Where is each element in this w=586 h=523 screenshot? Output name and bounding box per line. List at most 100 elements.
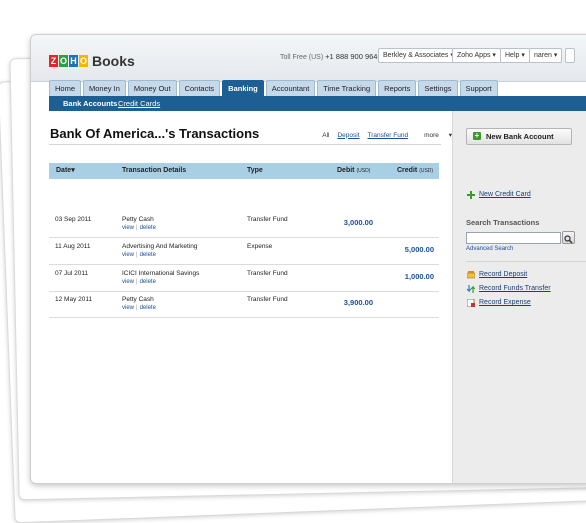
- sort-desc-icon: ▾: [71, 167, 75, 174]
- row-view-link[interactable]: view: [122, 225, 134, 231]
- app-name: Books: [92, 53, 135, 69]
- row-delete-link[interactable]: delete: [140, 279, 156, 285]
- expense-icon: [467, 299, 475, 307]
- tab-contacts[interactable]: Contacts: [178, 80, 221, 96]
- toll-free-label: Toll Free (US): [280, 54, 324, 61]
- row-details: ICICI International Savings: [122, 270, 200, 277]
- subnav-credit-cards[interactable]: Credit Cards: [118, 96, 160, 111]
- help-dropdown[interactable]: Help ▾: [500, 48, 530, 63]
- new-bank-account-button[interactable]: + New Bank Account: [466, 128, 572, 145]
- toll-free-info: Toll Free (US) +1 888 900 9646: [280, 52, 382, 61]
- user-dropdown[interactable]: naren ▾: [529, 48, 563, 63]
- row-date: 03 Sep 2011: [55, 216, 92, 223]
- row-type: Transfer Fund: [247, 216, 288, 223]
- table-row: 12 May 2011 Petty Cash view | delete Trans…: [49, 291, 439, 318]
- logo-letter: O: [79, 55, 88, 67]
- main-tabs: Home Money In Money Out Contacts Banking…: [49, 80, 500, 96]
- filter-deposit[interactable]: Deposit: [337, 132, 359, 139]
- column-header-credit-unit: (USD): [419, 168, 434, 174]
- advanced-search-link[interactable]: Advanced Search: [466, 246, 513, 252]
- logo-letter: Z: [49, 55, 58, 67]
- help-dropdown-label: Help: [505, 52, 520, 59]
- subnav-bank-accounts[interactable]: Bank Accounts: [63, 96, 117, 111]
- main-content: Bank Of America...'s Transactions All De…: [49, 111, 452, 483]
- row-delete-link[interactable]: delete: [140, 225, 156, 231]
- title-divider: [49, 144, 441, 145]
- row-type: Transfer Fund: [247, 296, 288, 303]
- filter-more-label: more: [424, 132, 439, 139]
- row-details: Petty Cash: [122, 216, 154, 223]
- tab-banking[interactable]: Banking: [222, 80, 264, 96]
- row-date: 07 Jul 2011: [55, 270, 89, 277]
- row-type: Transfer Fund: [247, 270, 288, 277]
- column-header-debit-unit: (USD): [356, 168, 371, 174]
- column-header-debit: Debit (USD): [337, 163, 370, 179]
- sidebar-divider: [466, 261, 586, 262]
- row-actions: view | delete: [122, 305, 156, 311]
- filter-transfer-fund[interactable]: Transfer Fund: [368, 132, 409, 139]
- new-credit-card-link[interactable]: New Credit Card: [479, 191, 531, 198]
- chevron-down-icon: ▾: [521, 52, 525, 59]
- tab-settings[interactable]: Settings: [418, 80, 458, 96]
- row-date: 11 Aug 2011: [55, 243, 91, 250]
- column-header-credit: Credit (USD): [397, 163, 433, 179]
- deposit-icon: [467, 271, 475, 279]
- transaction-filters: All Deposit Transfer Fund more ▾: [314, 131, 452, 140]
- table-row: 07 Jul 2011 ICICI International Savings …: [49, 265, 439, 292]
- row-delete-link[interactable]: delete: [140, 252, 156, 258]
- green-plus-icon: [467, 191, 475, 199]
- organization-dropdown-label: Berkley & Associates: [383, 52, 449, 59]
- tab-accountant[interactable]: Accountant: [265, 80, 316, 96]
- window-toggle-icon[interactable]: [565, 48, 575, 63]
- row-credit: 1,000.00: [404, 272, 434, 281]
- zoho-books-logo[interactable]: Z O H O Books: [49, 53, 135, 69]
- row-view-link[interactable]: view: [122, 279, 134, 285]
- tab-money-in[interactable]: Money In: [83, 80, 126, 96]
- zoho-apps-dropdown[interactable]: Zoho Apps ▾: [452, 48, 501, 63]
- search-transactions-heading: Search Transactions: [466, 218, 540, 227]
- zoho-apps-dropdown-label: Zoho Apps: [457, 52, 491, 59]
- row-details: Petty Cash: [122, 296, 154, 303]
- row-view-link[interactable]: view: [122, 305, 134, 311]
- row-actions: view | delete: [122, 252, 156, 258]
- tab-money-out[interactable]: Money Out: [127, 80, 177, 96]
- row-debit: 3,900.00: [343, 298, 373, 307]
- column-header-type: Type: [247, 167, 263, 174]
- record-funds-transfer-link[interactable]: Record Funds Transfer: [479, 285, 551, 292]
- toll-free-number: +1 888 900 9646: [325, 52, 382, 61]
- logo-letter: H: [69, 55, 78, 67]
- search-input[interactable]: [466, 232, 561, 244]
- column-header-debit-label: Debit: [337, 167, 355, 174]
- top-bar: Z O H O Books Toll Free (US) +1 888 900 …: [31, 35, 586, 82]
- row-actions: view | delete: [122, 225, 156, 231]
- tab-support[interactable]: Support: [459, 80, 498, 96]
- row-delete-link[interactable]: delete: [140, 305, 156, 311]
- record-deposit-link[interactable]: Record Deposit: [479, 271, 527, 278]
- row-actions: view | delete: [122, 279, 156, 285]
- tab-reports[interactable]: Reports: [378, 80, 417, 96]
- sidebar: + New Bank Account New Credit Card Search…: [452, 111, 586, 483]
- column-header-date[interactable]: Date▾: [56, 163, 75, 179]
- record-expense-link[interactable]: Record Expense: [479, 299, 531, 306]
- search-icon: [564, 235, 573, 244]
- tab-time-tracking[interactable]: Time Tracking: [317, 80, 377, 96]
- organization-dropdown[interactable]: Berkley & Associates ▾: [378, 48, 459, 63]
- row-view-link[interactable]: view: [122, 252, 134, 258]
- row-date: 12 May 2011: [55, 296, 93, 303]
- table-header: Date▾ Transaction Details Type Debit (US…: [49, 163, 439, 179]
- row-debit: 3,000.00: [343, 218, 373, 227]
- row-credit: 5,000.00: [404, 245, 434, 254]
- funds-transfer-icon: [467, 285, 475, 293]
- chevron-down-icon: ▾: [492, 52, 496, 59]
- logo-letter: O: [59, 55, 68, 67]
- table-row: 03 Sep 2011 Petty Cash view | delete Trans…: [49, 211, 439, 238]
- column-header-date-label: Date: [56, 167, 72, 174]
- table-row: 11 Aug 2011 Advertising And Marketing vi…: [49, 238, 439, 265]
- page-title: Bank Of America...'s Transactions: [50, 126, 260, 141]
- zoho-logo-mark: Z O H O: [49, 55, 89, 67]
- tab-home[interactable]: Home: [49, 80, 82, 96]
- search-button[interactable]: [562, 231, 575, 244]
- filter-more-dropdown[interactable]: more ▾: [416, 131, 452, 139]
- action-separator: |: [136, 279, 138, 285]
- filter-all[interactable]: All: [322, 132, 329, 139]
